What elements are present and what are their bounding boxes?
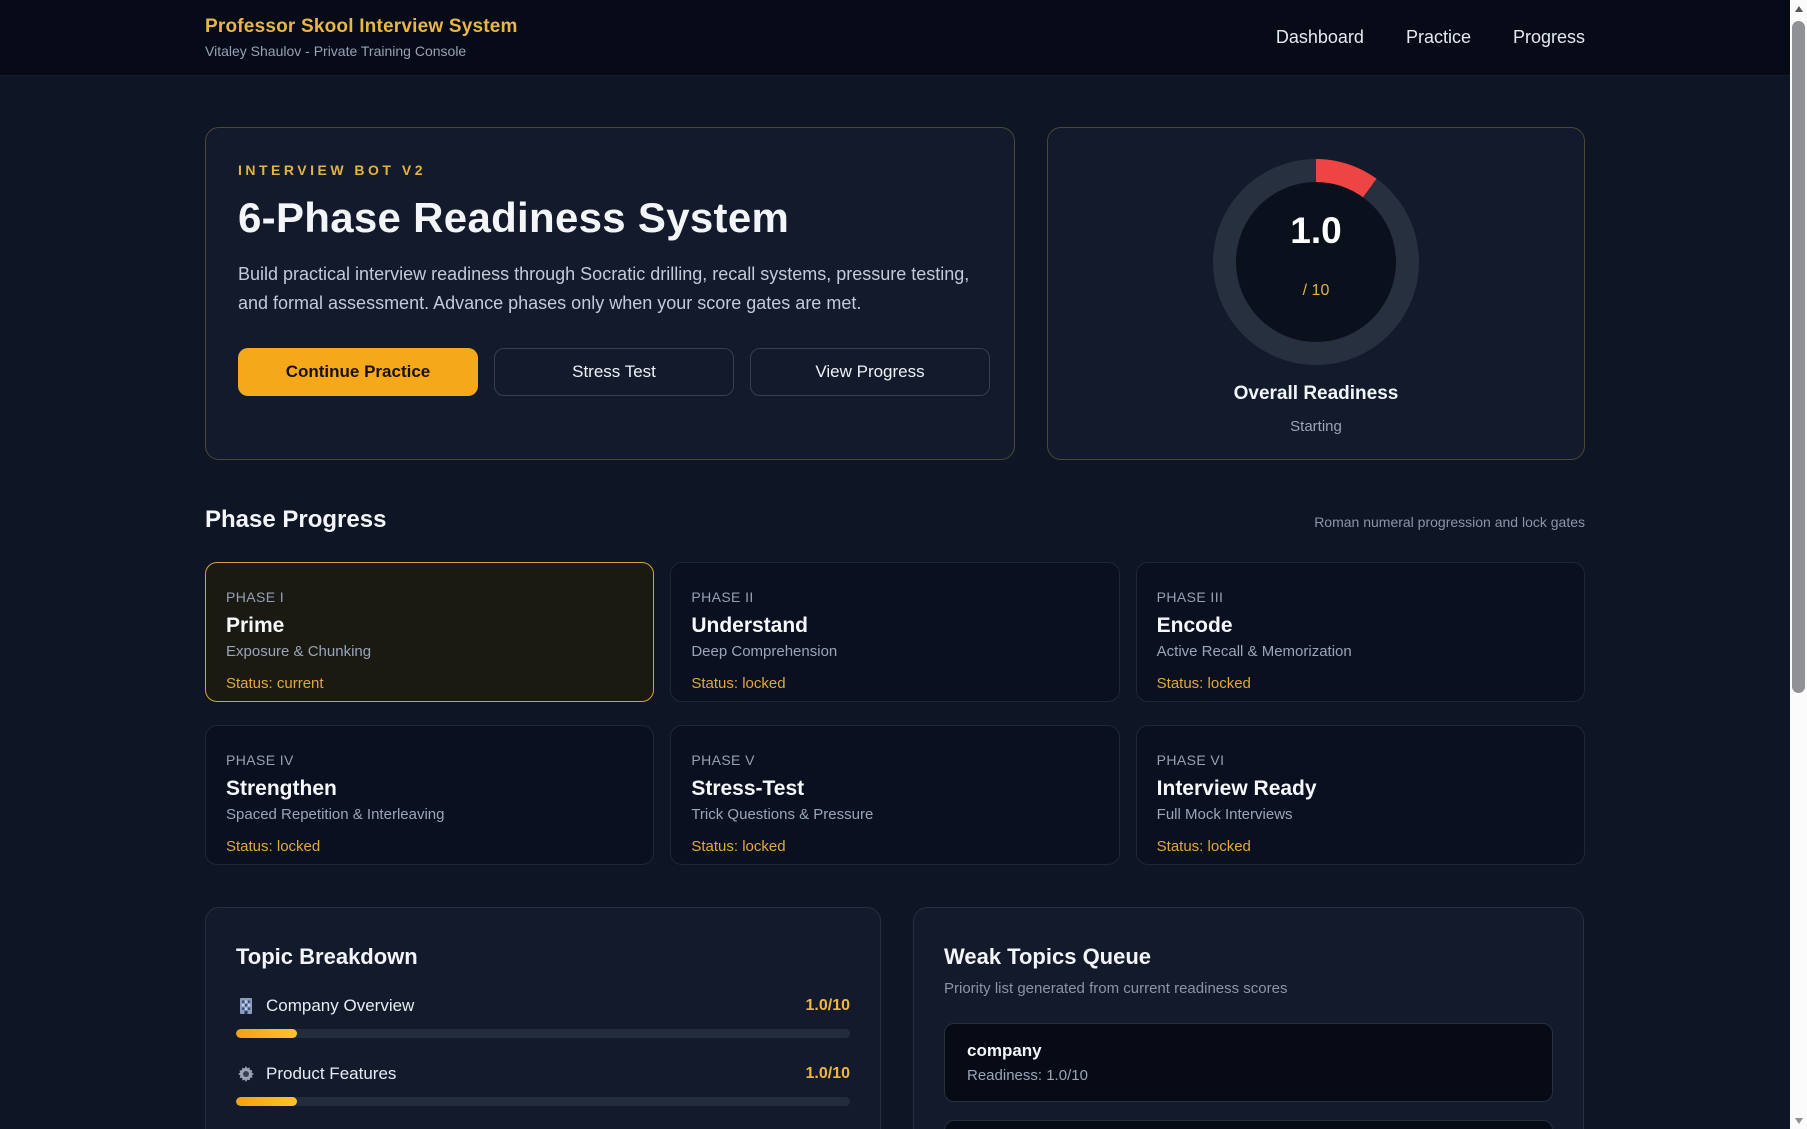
readiness-max: / 10: [1303, 282, 1330, 300]
readiness-status: Starting: [1290, 418, 1342, 435]
nav-practice[interactable]: Practice: [1406, 27, 1471, 48]
scroll-down-arrow-icon[interactable]: [1790, 1112, 1807, 1129]
phase-card-3[interactable]: PHASE III Encode Active Recall & Memoriz…: [1136, 562, 1585, 702]
page: Professor Skool Interview System Vitaley…: [0, 0, 1790, 1129]
gauge-inner-circle: 1.0 / 10: [1236, 182, 1396, 342]
weak-topic-name: company: [967, 1041, 1530, 1061]
topic-breakdown-title: Topic Breakdown: [236, 944, 850, 970]
hero-actions: Continue Practice Stress Test View Progr…: [238, 348, 982, 396]
phase-label: PHASE II: [691, 589, 1098, 605]
view-progress-button[interactable]: View Progress: [750, 348, 990, 396]
phase-title: Encode: [1157, 614, 1564, 638]
phase-status: Status: locked: [226, 838, 633, 855]
phase-card-1[interactable]: PHASE I Prime Exposure & Chunking Status…: [205, 562, 654, 702]
phase-title: Prime: [226, 614, 633, 638]
topic-score: 1.0/10: [806, 997, 850, 1015]
app-title: Professor Skool Interview System: [205, 16, 518, 38]
readiness-card: 1.0 / 10 Overall Readiness Starting: [1047, 127, 1585, 460]
building-icon: [236, 996, 256, 1016]
phase-grid: PHASE I Prime Exposure & Chunking Status…: [205, 562, 1585, 865]
topic-label: Product Features: [236, 1064, 396, 1084]
brand-block: Professor Skool Interview System Vitaley…: [205, 16, 518, 59]
phase-title: Interview Ready: [1157, 777, 1564, 801]
app-subtitle: Vitaley Shaulov - Private Training Conso…: [205, 43, 518, 59]
weak-topics-panel: Weak Topics Queue Priority list generate…: [913, 907, 1584, 1129]
topic-name: Product Features: [266, 1064, 396, 1084]
readiness-score: 1.0: [1290, 210, 1341, 252]
phase-status: Status: locked: [1157, 675, 1564, 692]
phase-status: Status: current: [226, 675, 633, 692]
phase-title: Stress-Test: [691, 777, 1098, 801]
phase-section-note: Roman numeral progression and lock gates: [1314, 514, 1585, 530]
scroll-up-arrow-icon[interactable]: [1790, 0, 1807, 17]
stress-test-button[interactable]: Stress Test: [494, 348, 734, 396]
phase-card-4[interactable]: PHASE IV Strengthen Spaced Repetition & …: [205, 725, 654, 865]
main-nav: Dashboard Practice Progress: [1276, 27, 1585, 48]
weak-topics-title: Weak Topics Queue: [944, 944, 1553, 970]
phase-title: Understand: [691, 614, 1098, 638]
top-header: Professor Skool Interview System Vitaley…: [0, 0, 1790, 76]
topic-label: Company Overview: [236, 996, 414, 1016]
phase-card-6[interactable]: PHASE VI Interview Ready Full Mock Inter…: [1136, 725, 1585, 865]
topic-progress-fill: [236, 1097, 297, 1106]
phase-subtitle: Trick Questions & Pressure: [691, 806, 1098, 823]
phase-status: Status: locked: [691, 838, 1098, 855]
topic-breakdown-panel: Topic Breakdown Company Overview 1.0/10: [205, 907, 881, 1129]
topic-name: Company Overview: [266, 996, 414, 1016]
topic-row-product-features: Product Features 1.0/10: [236, 1064, 850, 1106]
hero-title: 6-Phase Readiness System: [238, 194, 982, 242]
weak-topic-item-partial[interactable]: [944, 1120, 1553, 1129]
weak-topic-readiness: Readiness: 1.0/10: [967, 1067, 1530, 1084]
nav-progress[interactable]: Progress: [1513, 27, 1585, 48]
phase-status: Status: locked: [691, 675, 1098, 692]
gear-icon: [236, 1064, 256, 1084]
continue-practice-button[interactable]: Continue Practice: [238, 348, 478, 396]
phase-subtitle: Spaced Repetition & Interleaving: [226, 806, 633, 823]
phase-section-header: Phase Progress Roman numeral progression…: [205, 506, 1585, 534]
topic-score: 1.0/10: [806, 1065, 850, 1083]
phase-label: PHASE III: [1157, 589, 1564, 605]
phase-label: PHASE I: [226, 589, 633, 605]
hero-card: INTERVIEW BOT V2 6-Phase Readiness Syste…: [205, 127, 1015, 460]
topic-row-company-overview: Company Overview 1.0/10: [236, 996, 850, 1038]
phase-label: PHASE V: [691, 752, 1098, 768]
topic-progress-track: [236, 1097, 850, 1106]
phase-status: Status: locked: [1157, 838, 1564, 855]
phase-section-title: Phase Progress: [205, 506, 386, 534]
phase-subtitle: Exposure & Chunking: [226, 643, 633, 660]
nav-dashboard[interactable]: Dashboard: [1276, 27, 1364, 48]
phase-subtitle: Full Mock Interviews: [1157, 806, 1564, 823]
phase-card-5[interactable]: PHASE V Stress-Test Trick Questions & Pr…: [670, 725, 1119, 865]
phase-subtitle: Deep Comprehension: [691, 643, 1098, 660]
phase-card-2[interactable]: PHASE II Understand Deep Comprehension S…: [670, 562, 1119, 702]
weak-topics-subtitle: Priority list generated from current rea…: [944, 980, 1553, 997]
readiness-gauge: 1.0 / 10: [1213, 159, 1419, 365]
phase-label: PHASE VI: [1157, 752, 1564, 768]
phase-label: PHASE IV: [226, 752, 633, 768]
phase-title: Strengthen: [226, 777, 633, 801]
topic-progress-fill: [236, 1029, 297, 1038]
phase-subtitle: Active Recall & Memorization: [1157, 643, 1564, 660]
hero-description: Build practical interview readiness thro…: [238, 260, 982, 318]
main-content: INTERVIEW BOT V2 6-Phase Readiness Syste…: [205, 76, 1585, 1129]
scrollbar-thumb[interactable]: [1792, 21, 1805, 693]
topic-progress-track: [236, 1029, 850, 1038]
vertical-scrollbar[interactable]: [1790, 0, 1807, 1129]
hero-eyebrow: INTERVIEW BOT V2: [238, 162, 982, 178]
readiness-label: Overall Readiness: [1234, 383, 1399, 405]
weak-topic-item-company[interactable]: company Readiness: 1.0/10: [944, 1023, 1553, 1102]
